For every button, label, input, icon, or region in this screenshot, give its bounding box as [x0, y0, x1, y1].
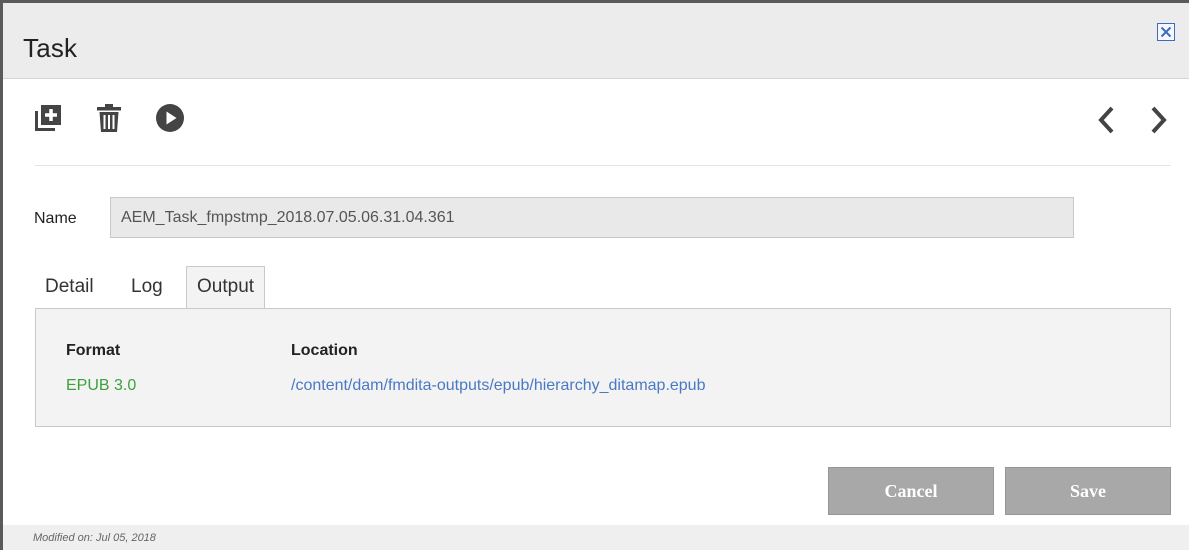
modified-date: Modified on: Jul 05, 2018: [33, 532, 156, 544]
dialog-title: Task: [23, 33, 78, 63]
chevron-right-icon[interactable]: [1149, 105, 1169, 135]
trash-icon[interactable]: [96, 103, 122, 133]
cancel-button[interactable]: Cancel: [828, 467, 994, 515]
close-icon: [1160, 26, 1172, 38]
task-dialog: Task Name Det: [0, 0, 1189, 550]
name-field[interactable]: [110, 197, 1074, 238]
tab-log[interactable]: Log: [121, 267, 173, 307]
location-column-header: Location: [291, 342, 358, 359]
play-icon[interactable]: [155, 103, 185, 133]
tab-detail[interactable]: Detail: [35, 267, 104, 307]
close-button[interactable]: [1157, 23, 1175, 41]
format-column-header: Format: [66, 342, 121, 359]
name-label: Name: [34, 210, 77, 227]
toolbar: [33, 103, 1171, 145]
duplicate-icon[interactable]: [33, 103, 63, 133]
location-link[interactable]: /content/dam/fmdita-outputs/epub/hierarc…: [291, 377, 705, 395]
tab-bar: Detail Log Output: [35, 265, 1171, 309]
chevron-left-icon[interactable]: [1096, 105, 1116, 135]
footer: Modified on: Jul 05, 2018: [3, 525, 1189, 550]
dialog-titlebar: Task: [3, 3, 1189, 79]
tab-output[interactable]: Output: [186, 266, 266, 309]
save-button[interactable]: Save: [1005, 467, 1171, 515]
toolbar-divider: [35, 165, 1171, 166]
format-value: EPUB 3.0: [66, 377, 137, 394]
output-panel: Format Location EPUB 3.0 /content/dam/fm…: [35, 308, 1171, 427]
